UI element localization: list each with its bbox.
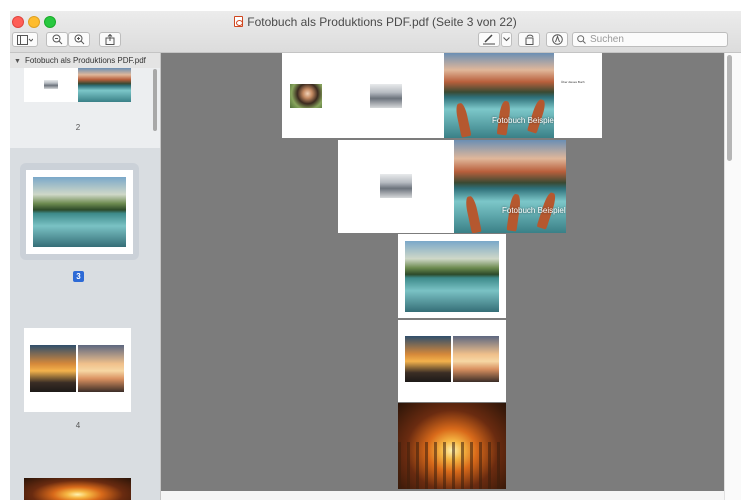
preview-window: Fotobuch als Produktions PDF.pdf (Seite …: [10, 11, 741, 500]
page-thumbnail-5[interactable]: [24, 478, 131, 500]
window-title: Fotobuch als Produktions PDF.pdf (Seite …: [10, 15, 741, 29]
page-photo-city: [370, 84, 402, 108]
sidebar-scrollbar[interactable]: [153, 69, 157, 131]
annotate-button[interactable]: [546, 32, 568, 47]
document-page: Fotobuch Beispiel Über dieses Buch: [282, 53, 602, 138]
zoom-in-button[interactable]: [68, 32, 90, 47]
markup-dropdown-button[interactable]: [501, 32, 512, 47]
pen-icon: [483, 34, 495, 45]
thumb-photo: [78, 345, 124, 392]
zoom-out-icon: [52, 34, 62, 45]
annotate-icon: [551, 34, 563, 45]
document-page: [398, 403, 506, 489]
page-photo-lake: [405, 241, 499, 312]
disclosure-triangle-icon[interactable]: ▼: [14, 58, 21, 65]
thumb-photo: [33, 177, 126, 247]
rotate-icon: [525, 34, 533, 45]
thumb-photo: [44, 80, 58, 89]
search-field[interactable]: Suchen: [572, 32, 728, 47]
rotate-button[interactable]: [518, 32, 540, 47]
chevron-down-icon: [503, 37, 510, 42]
sidebar-document-name: Fotobuch als Produktions PDF.pdf: [24, 56, 146, 65]
page-photo-sunset: [453, 336, 499, 382]
page-photo-portrait: [290, 84, 322, 108]
share-button[interactable]: [99, 32, 121, 47]
zoom-out-button[interactable]: [46, 32, 68, 47]
page-number-label-selected: 3: [73, 271, 84, 282]
page-small-caption: Über dieses Buch: [561, 80, 585, 84]
document-scrollbar-thumb[interactable]: [727, 55, 732, 161]
page-photo-boats: Fotobuch Beispiel: [444, 53, 554, 138]
document-page: Fotobuch Beispiel: [338, 140, 566, 233]
thumb-photo: [30, 345, 76, 392]
thumb-photo: [78, 68, 131, 102]
page-thumbnail-4[interactable]: [24, 328, 131, 412]
zoom-in-icon: [74, 34, 84, 45]
window-title-text: Fotobuch als Produktions PDF.pdf (Seite …: [247, 15, 517, 29]
page-thumbnail-3[interactable]: [26, 170, 133, 254]
document-page: [398, 234, 506, 318]
thumb-photo: [24, 478, 131, 500]
search-placeholder: Suchen: [590, 34, 624, 45]
page-number-label: 2: [75, 123, 81, 132]
page-caption: Fotobuch Beispiel: [492, 116, 554, 125]
title-bar: Fotobuch als Produktions PDF.pdf (Seite …: [10, 11, 741, 53]
document-page: [398, 320, 506, 402]
markup-button[interactable]: [478, 32, 500, 47]
page-photo-sunset: [405, 336, 451, 382]
sidebar-icon: [17, 34, 33, 45]
pdf-file-icon: [234, 16, 244, 27]
search-icon: [577, 35, 586, 44]
share-icon: [105, 34, 115, 45]
page-photo-boats: Fotobuch Beispiel: [454, 140, 566, 233]
page-number-label: 4: [75, 421, 81, 430]
thumbnail-sidebar[interactable]: ▼ Fotobuch als Produktions PDF.pdf 2 3 4: [10, 53, 161, 500]
document-bottom-edge: [161, 491, 724, 500]
sidebar-document-header[interactable]: ▼ Fotobuch als Produktions PDF.pdf: [10, 53, 160, 68]
sidebar-toggle-button[interactable]: [12, 32, 38, 47]
page-caption: Fotobuch Beispiel: [502, 206, 566, 215]
document-view[interactable]: Fotobuch Beispiel Über dieses Buch Fotob…: [161, 53, 741, 500]
page-photo-forest: [398, 403, 506, 489]
page-photo-city: [380, 174, 412, 198]
page-thumbnail-2[interactable]: [24, 68, 131, 102]
